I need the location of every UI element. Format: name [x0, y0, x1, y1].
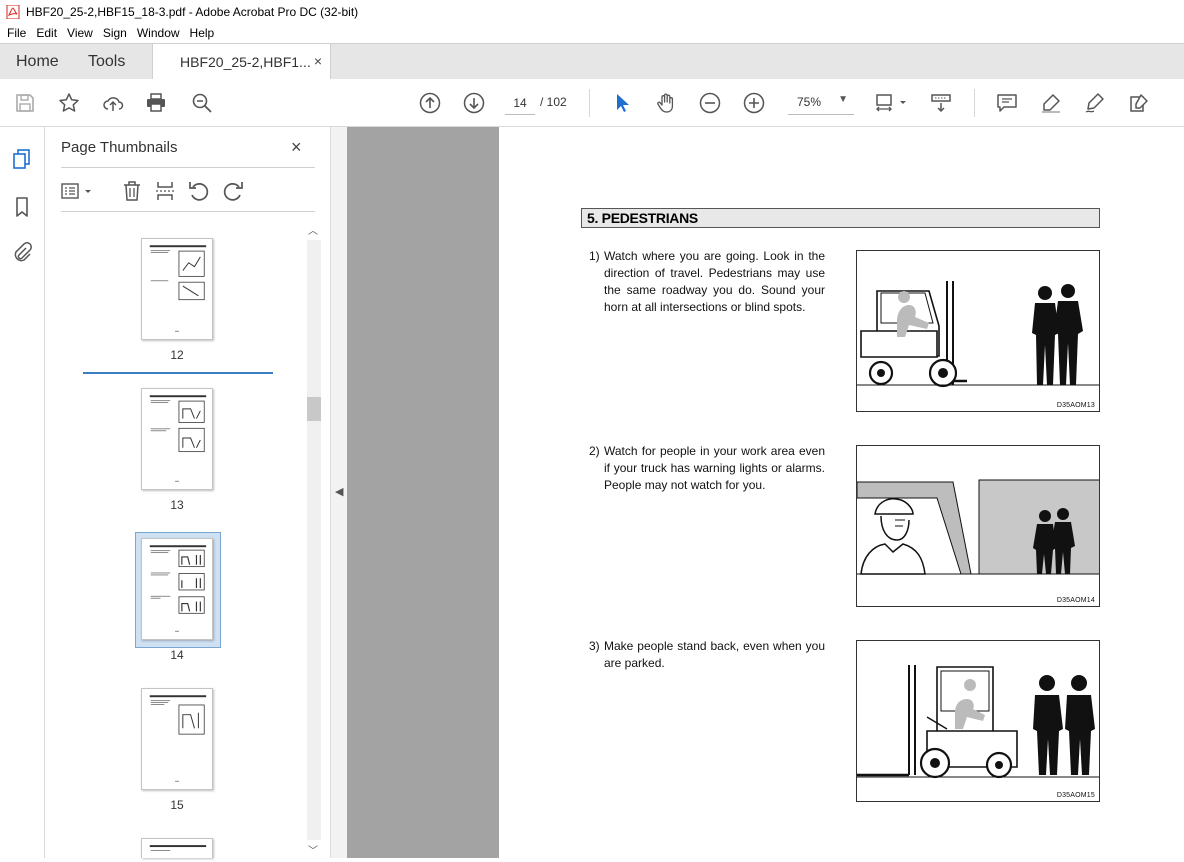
thumbnail-scrollbar[interactable]: ︿ ﹀ — [305, 222, 321, 858]
zoom-search-icon[interactable] — [190, 91, 214, 115]
menu-bar: File Edit View Sign Window Help — [0, 23, 1184, 43]
window-title: HBF20_25-2,HBF15_18-3.pdf - Adobe Acroba… — [26, 4, 359, 19]
comment-icon[interactable] — [995, 91, 1019, 115]
menu-window[interactable]: Window — [132, 26, 185, 40]
panel-divider — [61, 167, 315, 168]
toolbar-divider — [589, 89, 590, 117]
page-up-icon[interactable] — [418, 91, 442, 115]
tab-home[interactable]: Home — [16, 53, 59, 71]
document-view[interactable]: 5. PEDESTRIANS 1) Watch where you are go… — [347, 127, 1184, 858]
thumbnail-label: 15 — [170, 798, 184, 812]
acrobat-logo-icon — [6, 4, 20, 19]
pdf-page: 5. PEDESTRIANS 1) Watch where you are go… — [499, 127, 1184, 858]
thumbnail-options-icon[interactable] — [60, 179, 96, 203]
tab-document-label: HBF20_25-2,HBF1... — [180, 54, 311, 70]
panel-title: Page Thumbnails — [61, 139, 178, 156]
attachments-icon[interactable] — [10, 241, 34, 265]
zoom-in-icon[interactable] — [742, 91, 766, 115]
bookmarks-icon[interactable] — [10, 195, 34, 219]
thumbnail-image — [141, 688, 213, 790]
rotate-right-icon[interactable] — [221, 179, 245, 203]
thumbnail-image — [141, 238, 213, 340]
thumbnails-panel: Page Thumbnails × 12 13 14 15 ︿ ﹀ — [45, 127, 330, 858]
chevron-down-icon: ▼ — [838, 94, 848, 105]
item-number: 3) — [589, 639, 600, 653]
panel-close-button[interactable]: × — [291, 137, 302, 158]
page-fit-icon[interactable] — [874, 91, 908, 115]
zoom-select[interactable]: 75% ▼ — [788, 91, 854, 115]
upload-icon[interactable] — [101, 91, 125, 115]
parked-forklift-figure: D35AOM15 — [856, 640, 1100, 802]
menu-help[interactable]: Help — [185, 26, 220, 40]
figure-caption: D35AOM15 — [1056, 792, 1095, 799]
scrollbar-track[interactable] — [307, 240, 321, 840]
highlight-icon[interactable] — [1039, 91, 1063, 115]
thumbnail-label: 13 — [170, 498, 184, 512]
item-text: Watch where you are going. Look in the d… — [604, 249, 825, 314]
rotate-left-icon[interactable] — [187, 179, 211, 203]
scroll-mode-icon[interactable] — [929, 91, 953, 115]
hand-icon[interactable] — [654, 91, 678, 115]
toolbar: / 102 75% ▼ — [0, 79, 1184, 127]
extract-pages-icon[interactable] — [153, 179, 177, 203]
list-item: 2) Watch for people in your work area ev… — [589, 443, 825, 494]
item-text: Watch for people in your work area even … — [604, 444, 825, 492]
left-rail — [0, 127, 45, 858]
page-thumbnails-icon[interactable] — [10, 147, 34, 171]
item-text: Make people stand back, even when you ar… — [604, 639, 825, 670]
figure-caption: D35AOM14 — [1056, 597, 1095, 604]
thumbnail-label: 12 — [170, 348, 184, 362]
select-cursor-icon[interactable] — [610, 91, 634, 115]
item-number: 2) — [589, 444, 600, 458]
figure-caption: D35AOM13 — [1056, 402, 1095, 409]
thumbnail-insert-line — [83, 372, 273, 374]
menu-file[interactable]: File — [2, 26, 31, 40]
section-title: 5. PEDESTRIANS — [581, 208, 1100, 228]
forklift-pedestrians-figure: D35AOM13 — [856, 250, 1100, 412]
item-number: 1) — [589, 249, 600, 263]
bookmark-star-icon[interactable] — [57, 91, 81, 115]
delete-page-icon[interactable] — [120, 179, 144, 203]
operator-view-figure: D35AOM14 — [856, 445, 1100, 607]
panel-collapse-handle[interactable]: ◀ — [330, 127, 347, 858]
chevron-down-icon[interactable]: ﹀ — [308, 842, 318, 857]
collapse-left-icon[interactable]: ◀ — [335, 485, 343, 498]
page-total: / 102 — [540, 95, 567, 109]
tab-tools[interactable]: Tools — [88, 53, 125, 71]
save-icon[interactable] — [13, 91, 37, 115]
list-item: 3) Make people stand back, even when you… — [589, 638, 825, 672]
list-item: 1) Watch where you are going. Look in th… — [589, 248, 825, 316]
menu-edit[interactable]: Edit — [31, 26, 62, 40]
scrollbar-thumb[interactable] — [307, 397, 321, 421]
menu-view[interactable]: View — [62, 26, 98, 40]
tab-close-button[interactable]: × — [314, 53, 322, 69]
panel-divider — [61, 211, 315, 212]
chevron-up-icon[interactable]: ︿ — [308, 222, 318, 237]
page-number-input[interactable] — [505, 91, 535, 115]
zoom-value: 75% — [797, 95, 822, 109]
zoom-out-icon[interactable] — [698, 91, 722, 115]
tab-bar: Home Tools HBF20_25-2,HBF1... × — [0, 43, 1184, 80]
thumbnail-image — [141, 838, 213, 858]
thumbnail-label: 14 — [170, 648, 184, 662]
title-bar: HBF20_25-2,HBF15_18-3.pdf - Adobe Acroba… — [0, 0, 1184, 23]
thumbnail-image — [141, 538, 213, 640]
page-down-icon[interactable] — [462, 91, 486, 115]
menu-sign[interactable]: Sign — [98, 26, 132, 40]
print-icon[interactable] — [144, 91, 168, 115]
toolbar-divider — [974, 89, 975, 117]
document-background — [347, 127, 499, 858]
tab-document[interactable]: HBF20_25-2,HBF1... × — [152, 44, 331, 80]
sign-icon[interactable] — [1083, 91, 1107, 115]
thumbnail-image — [141, 388, 213, 490]
fill-sign-icon[interactable] — [1127, 91, 1151, 115]
